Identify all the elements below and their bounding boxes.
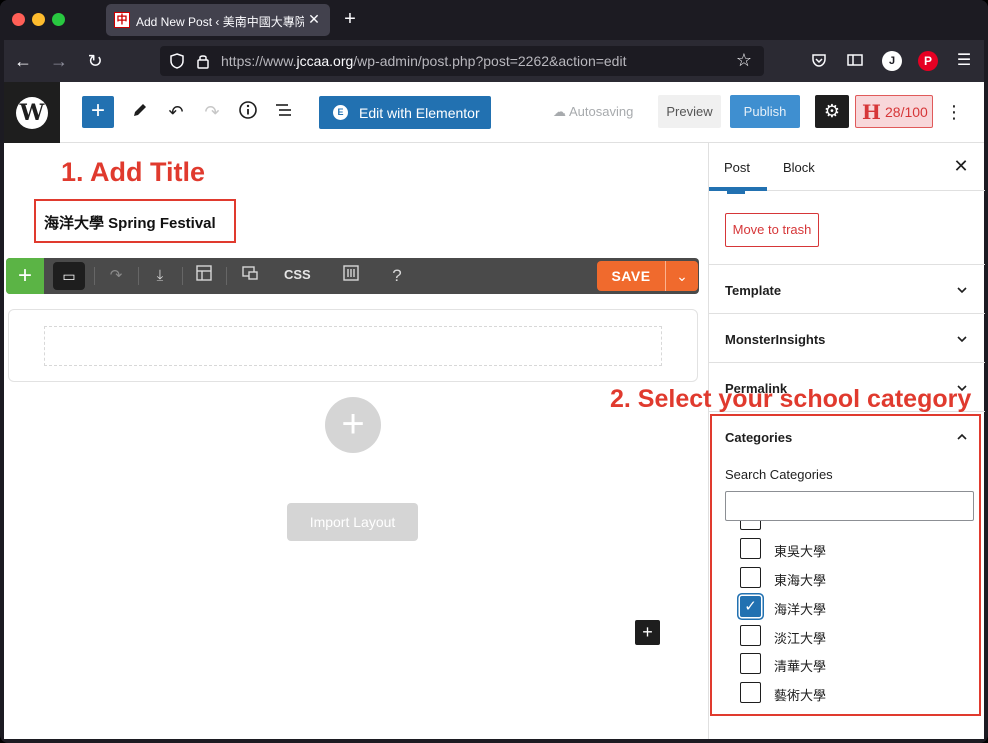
minimize-window-button[interactable]	[32, 13, 45, 26]
reload-icon[interactable]: ↻	[84, 50, 106, 72]
pocket-icon[interactable]	[809, 51, 829, 71]
info-icon[interactable]	[236, 100, 260, 124]
chevron-down-icon[interactable]: ⌄	[666, 261, 698, 291]
preview-button[interactable]: Preview	[658, 95, 721, 128]
panel-divider	[709, 313, 985, 314]
reader-view-icon[interactable]	[845, 51, 865, 71]
panel-scroll-marker	[727, 191, 745, 194]
browser-tab[interactable]: 中 Add New Post ‹ 美南中國大專院校 ✕	[106, 4, 330, 36]
site-favicon-icon: 中	[114, 12, 130, 28]
css-button[interactable]: CSS	[284, 267, 311, 282]
responsive-icon[interactable]	[237, 264, 263, 288]
move-to-trash-button[interactable]: Move to trash	[725, 213, 819, 247]
add-block-button[interactable]: +	[82, 96, 114, 128]
menu-hamburger-icon[interactable]: ☰	[954, 51, 974, 71]
autosave-status: ☁ Autosaving	[553, 104, 634, 119]
cloud-icon: ☁	[553, 104, 566, 119]
toolbar-divider	[138, 267, 139, 285]
toolbar-divider	[94, 267, 95, 285]
new-tab-button[interactable]: +	[340, 8, 360, 30]
block-inserter-icon[interactable]: +	[635, 620, 660, 645]
address-bar[interactable]: https://www.jccaa.org/wp-admin/post.php?…	[160, 46, 764, 76]
annotation-select-category: 2. Select your school category	[610, 385, 972, 413]
browser-window: 中 Add New Post ‹ 美南中國大專院校 ✕ + ← → ↻ http…	[0, 0, 988, 743]
list-view-icon[interactable]	[272, 100, 296, 124]
publish-button[interactable]: Publish	[730, 95, 800, 128]
close-tab-icon[interactable]: ✕	[306, 11, 322, 27]
zoom-window-button[interactable]	[52, 13, 65, 26]
download-icon[interactable]: ⤓	[147, 264, 173, 288]
pencil-icon[interactable]	[128, 100, 152, 124]
navigation-bar: ← → ↻ https://www.jccaa.org/wp-admin/pos…	[4, 40, 984, 82]
post-title-field[interactable]: 海洋大學 Spring Festival	[34, 199, 236, 243]
seo-score-button[interactable]: H 28/100	[855, 95, 933, 128]
url-text[interactable]: https://www.jccaa.org/wp-admin/post.php?…	[221, 53, 626, 69]
tab-strip: 中 Add New Post ‹ 美南中國大專院校 ✕ +	[0, 0, 988, 40]
elementor-icon: E	[333, 105, 348, 120]
panel-template[interactable]: Template	[725, 283, 781, 298]
wordpress-logo-icon[interactable]: W	[4, 82, 60, 143]
tab-post[interactable]: Post	[724, 160, 750, 175]
layout-icon[interactable]	[191, 264, 217, 288]
elementor-toolbar: + ▭ ↷ ⤓ CSS ? SAVE ⌄	[6, 258, 699, 294]
sidebar-tabs: Post Block ✕	[709, 143, 985, 191]
more-options-icon[interactable]: ⋮	[944, 99, 964, 125]
elementor-add-icon[interactable]: +	[6, 258, 44, 294]
editor-canvas: 1. Add Title 海洋大學 Spring Festival + ▭ ↷ …	[4, 143, 708, 739]
shield-icon[interactable]	[168, 52, 186, 70]
sliders-icon[interactable]	[338, 264, 364, 288]
close-window-button[interactable]	[12, 13, 25, 26]
account-avatar[interactable]: J	[882, 51, 902, 71]
panel-divider	[709, 362, 985, 363]
tab-title: Add New Post ‹ 美南中國大專院校	[136, 15, 304, 29]
chevron-down-icon[interactable]	[955, 333, 969, 347]
import-layout-button[interactable]: Import Layout	[287, 503, 418, 541]
bookmark-star-icon[interactable]: ☆	[734, 50, 754, 70]
back-arrow-icon[interactable]: ←	[12, 50, 34, 72]
categories-highlight-box	[710, 414, 981, 716]
help-icon[interactable]: ?	[384, 264, 410, 288]
add-section-icon[interactable]: +	[325, 397, 381, 453]
close-icon[interactable]: ✕	[951, 156, 971, 176]
toolbar-divider	[226, 267, 227, 285]
undo-icon[interactable]: ↶	[164, 100, 188, 124]
chevron-down-icon[interactable]	[955, 284, 969, 298]
tab-block[interactable]: Block	[783, 160, 815, 175]
lock-icon[interactable]	[194, 52, 212, 70]
annotation-add-title: 1. Add Title	[61, 157, 206, 187]
panel-divider	[709, 264, 985, 265]
pinterest-icon[interactable]: P	[918, 51, 938, 71]
toolbar-divider	[182, 267, 183, 285]
editor-header: W + ↶ ↷ E Edit with Elementor ☁ Autosavin…	[4, 82, 984, 143]
redo-icon[interactable]: ↷	[103, 264, 129, 288]
elementor-empty-section[interactable]	[8, 309, 698, 382]
desktop-view-icon[interactable]: ▭	[53, 262, 85, 290]
elementor-save-button[interactable]: SAVE ⌄	[597, 261, 698, 291]
settings-gear-icon[interactable]: ⚙	[815, 95, 849, 128]
post-title-text[interactable]: 海洋大學 Spring Festival	[44, 212, 216, 233]
redo-icon[interactable]: ↷	[200, 100, 224, 124]
empty-column-placeholder[interactable]	[44, 326, 662, 366]
panel-monsterinsights[interactable]: MonsterInsights	[725, 332, 825, 347]
edit-with-elementor-button[interactable]: E Edit with Elementor	[319, 96, 491, 129]
forward-arrow-icon[interactable]: →	[48, 50, 70, 72]
